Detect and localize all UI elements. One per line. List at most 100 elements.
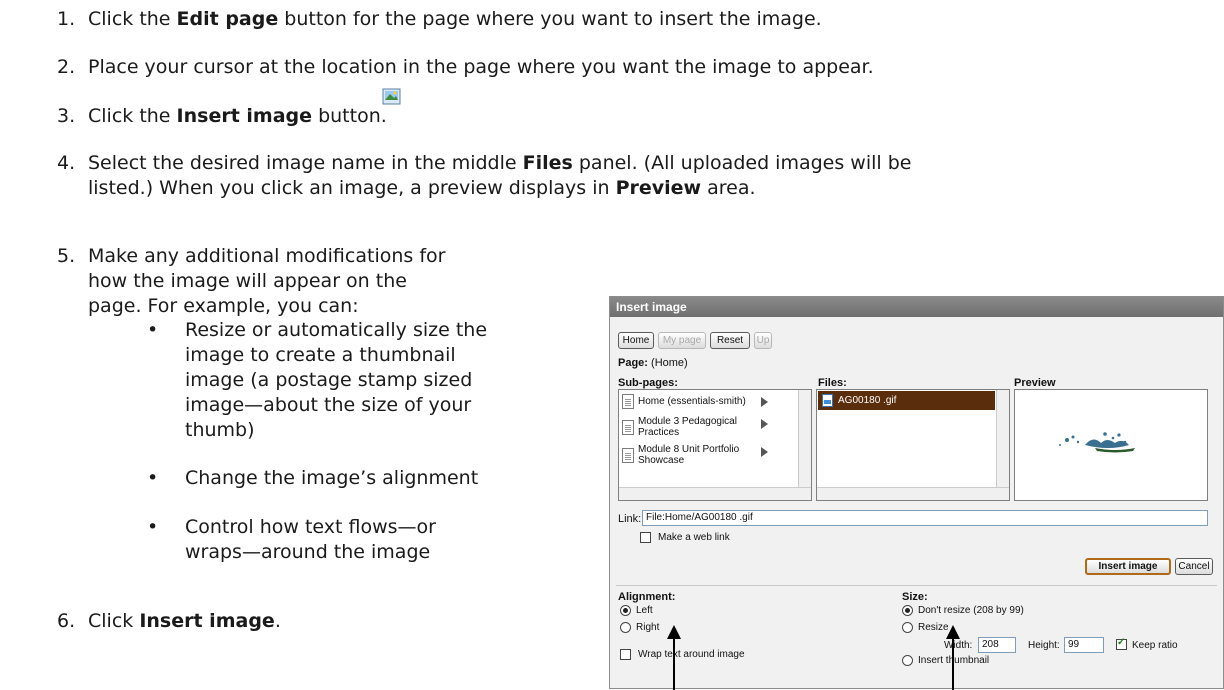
insert-image-button[interactable]: Insert image [1085, 558, 1171, 575]
file-name: AG00180 .gif [838, 395, 897, 406]
pointer-arrow-line [673, 638, 675, 690]
expand-arrow-icon[interactable] [761, 447, 768, 457]
step-text: Click the [88, 105, 177, 127]
step-number: 4. [57, 152, 76, 174]
bullet-text: image (a postage stamp sized [185, 369, 473, 391]
subpage-label: Home (essentials-smith) [638, 396, 746, 407]
page-icon [622, 420, 634, 435]
preview-panel [1014, 389, 1208, 501]
subpage-label: Module 3 Pedagogical [638, 416, 737, 427]
vertical-scrollbar[interactable] [996, 390, 1009, 487]
expand-arrow-icon[interactable] [761, 397, 768, 407]
page-icon [622, 394, 634, 409]
page-label-row: Page: (Home) [618, 357, 688, 369]
file-item-selected[interactable]: AG00180 .gif [818, 391, 995, 410]
step-number: 1. [57, 8, 76, 30]
step-number: 3. [57, 105, 76, 127]
bullet-text: Change the image’s alignment [185, 467, 479, 489]
step-bold-text: Preview [615, 177, 702, 199]
expand-arrow-icon[interactable] [761, 419, 768, 429]
page-value: (Home) [651, 357, 688, 369]
step-number: 6. [57, 610, 76, 632]
subpage-label: Showcase [638, 455, 685, 466]
web-link-checkbox[interactable] [640, 532, 651, 543]
align-left-radio[interactable] [620, 605, 631, 616]
step-number: 5. [57, 245, 76, 267]
horizontal-scrollbar[interactable] [619, 487, 811, 500]
subpage-item[interactable]: Home (essentials-smith) [622, 394, 797, 410]
width-label: Width: [944, 640, 973, 651]
home-button[interactable]: Home [618, 332, 654, 349]
step-text: how the image will appear on the [88, 270, 407, 292]
pointer-arrow-icon [946, 625, 960, 639]
step-text: Make any additional modifications for [88, 245, 446, 267]
align-left-label: Left [636, 605, 653, 616]
step-text: page. For example, you can: [88, 295, 359, 317]
width-input[interactable]: 208 [978, 637, 1016, 653]
link-label: Link: [618, 513, 642, 525]
step-text: button. [312, 105, 387, 127]
subpage-label: Module 8 Unit Portfolio [638, 444, 740, 455]
horizontal-scrollbar[interactable] [817, 487, 1009, 500]
cancel-button[interactable]: Cancel [1175, 558, 1213, 575]
my-page-button[interactable]: My page [658, 332, 706, 349]
bullet-text: Resize or automatically size the [185, 319, 488, 341]
dont-resize-label: Don't resize (208 by 99) [918, 605, 1024, 616]
step-text: . [274, 610, 281, 632]
files-header: Files: [818, 377, 847, 389]
step-text: listed.) When you click an image, a prev… [88, 177, 616, 199]
subpage-item[interactable]: Module 3 Pedagogical Practices [622, 416, 797, 438]
bullet-text: image—about the size of your [185, 394, 472, 416]
keep-ratio-label: Keep ratio [1132, 640, 1178, 651]
wrap-text-label: Wrap text around image [638, 649, 745, 660]
web-link-label: Make a web link [658, 532, 730, 543]
insert-image-icon [382, 87, 402, 107]
pointer-arrow-line [952, 638, 954, 690]
vertical-scrollbar[interactable] [798, 390, 811, 487]
step-bold-text: Files [522, 152, 573, 174]
resize-radio[interactable] [902, 622, 913, 633]
step-text: area. [701, 177, 756, 199]
preview-header: Preview [1014, 377, 1056, 389]
keep-ratio-checkbox[interactable] [1116, 637, 1127, 650]
bullet-text: wraps—around the image [185, 541, 431, 563]
bullet-text: image to create a thumbnail [185, 344, 456, 366]
wrap-text-checkbox[interactable] [620, 649, 631, 660]
dont-resize-radio[interactable] [902, 605, 913, 616]
step-text: Click [88, 610, 140, 632]
bullet-dot: • [147, 467, 159, 489]
bullet-text: thumb) [185, 419, 255, 441]
step-bold-text: Edit page [176, 8, 279, 30]
files-panel: AG00180 .gif [816, 389, 1010, 501]
step-text: Place your cursor at the location in the… [88, 56, 874, 78]
align-right-label: Right [636, 622, 660, 633]
step-text: panel. (All uploaded images will be [572, 152, 912, 174]
page-label: Page: [618, 357, 648, 369]
step-text: button for the page where you want to in… [278, 8, 822, 30]
link-input[interactable]: File:Home/AG00180 .gif [642, 510, 1208, 526]
subpage-item[interactable]: Module 8 Unit Portfolio Showcase [622, 444, 797, 466]
gif-file-icon [822, 394, 833, 407]
insert-image-dialog: Insert image Home My page Reset Up Page:… [609, 296, 1224, 690]
dialog-title: Insert image [610, 297, 1223, 317]
section-divider [616, 585, 1217, 586]
page-icon [622, 448, 634, 463]
subpage-label: Practices [638, 427, 680, 438]
step-text: Click the [88, 8, 177, 30]
step-bold-text: Insert image [176, 105, 313, 127]
bullet-dot: • [147, 516, 159, 538]
pointer-arrow-icon [667, 625, 681, 639]
insert-thumbnail-radio[interactable] [902, 655, 913, 666]
align-right-radio[interactable] [620, 622, 631, 633]
height-label: Height: [1028, 640, 1060, 651]
preview-image [1059, 432, 1135, 453]
bullet-dot: • [147, 319, 159, 341]
alignment-header: Alignment: [618, 591, 676, 603]
height-input[interactable]: 99 [1064, 637, 1104, 653]
reset-button[interactable]: Reset [710, 332, 750, 349]
step-number: 2. [57, 56, 76, 78]
resize-label: Resize [918, 622, 949, 633]
subpages-header: Sub-pages: [618, 377, 678, 389]
up-button[interactable]: Up [754, 332, 772, 349]
step-bold-text: Insert image [139, 610, 275, 632]
